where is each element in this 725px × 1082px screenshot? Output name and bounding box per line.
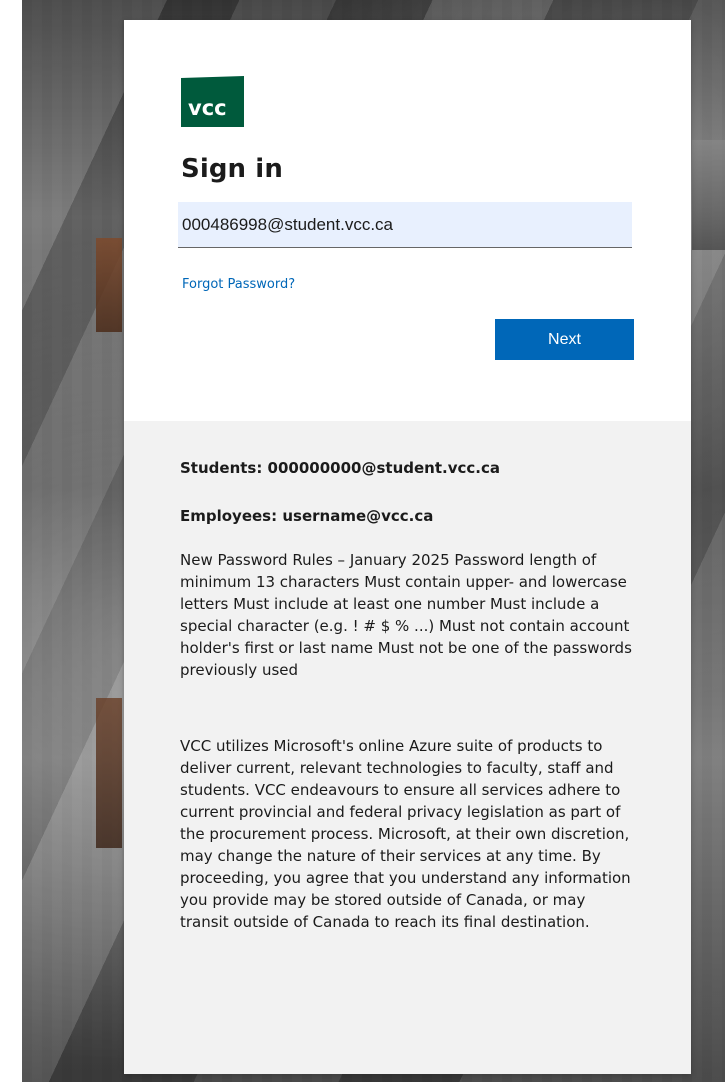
password-rules-text: New Password Rules – January 2025 Passwo… [180, 551, 632, 679]
signin-card: vcc Sign in Forgot Password? Next Studen… [124, 20, 691, 1074]
email-field[interactable] [178, 202, 632, 248]
students-info: Students: 000000000@student.vcc.ca [180, 459, 501, 477]
background-shadow-accent [692, 140, 725, 250]
background-wood-accent [96, 238, 122, 332]
page-title: Sign in [181, 154, 283, 184]
logo-text: vcc [188, 96, 227, 120]
employees-info: Employees: username@vcc.ca [180, 507, 434, 525]
signin-panel: vcc Sign in Forgot Password? Next [124, 20, 691, 421]
forgot-password-link[interactable]: Forgot Password? [182, 277, 295, 292]
page: vcc Sign in Forgot Password? Next Studen… [0, 0, 725, 1082]
background-wood-accent [96, 698, 122, 848]
next-button[interactable]: Next [495, 319, 634, 360]
privacy-notice-text: VCC utilizes Microsoft's online Azure su… [180, 737, 631, 931]
vcc-logo: vcc [181, 76, 244, 127]
